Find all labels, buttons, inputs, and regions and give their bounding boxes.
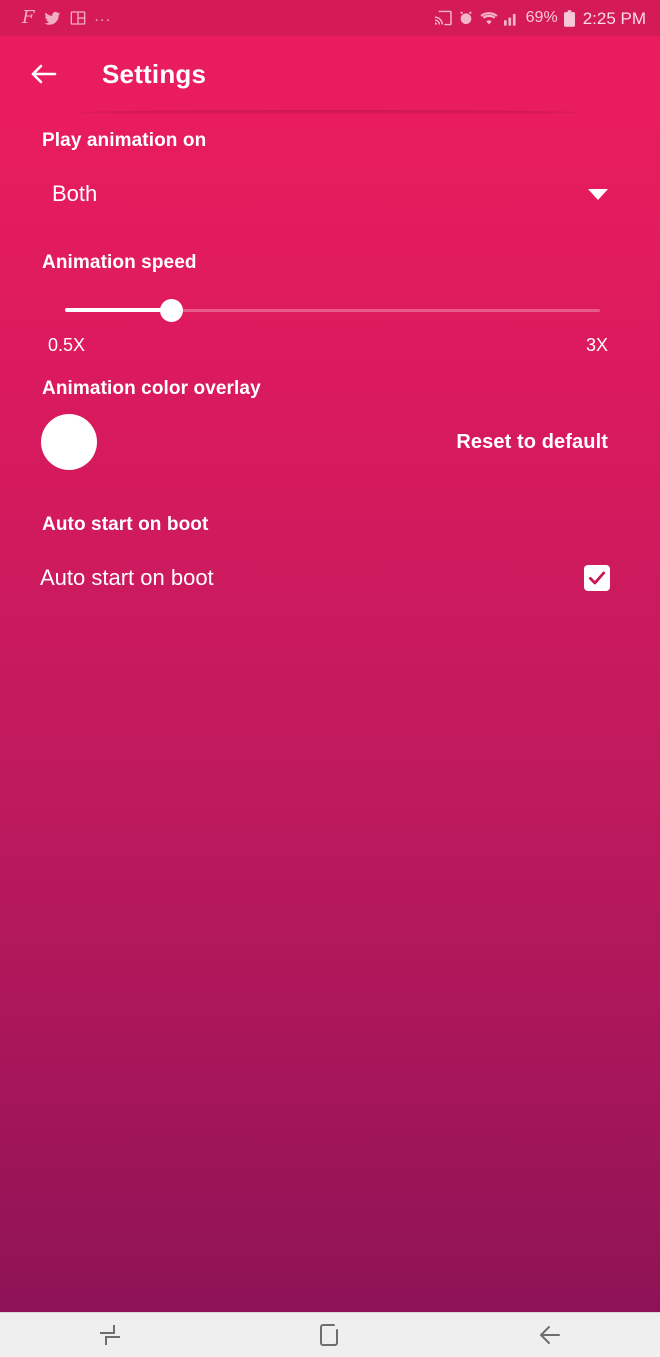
section-title-play-animation: Play animation on xyxy=(42,130,207,151)
section-title-animation-speed: Animation speed xyxy=(42,252,197,273)
alarm-clock-icon xyxy=(458,10,474,26)
signal-bars-icon xyxy=(503,11,520,26)
animation-speed-slider[interactable] xyxy=(0,288,660,332)
twitter-icon xyxy=(43,10,61,27)
settings-content: Play animation on Both Animation speed 0… xyxy=(0,130,660,606)
battery-percent-label: 69% xyxy=(525,9,558,26)
slider-max-label: 3X xyxy=(585,335,608,355)
status-bar-notifications: F ... xyxy=(22,9,112,28)
recents-icon[interactable] xyxy=(0,1313,220,1357)
play-animation-dropdown[interactable]: Both xyxy=(0,168,660,220)
reset-to-default-button[interactable]: Reset to default xyxy=(456,431,608,454)
play-animation-selected-value: Both xyxy=(52,181,98,206)
app-bar: Settings xyxy=(0,36,660,112)
auto-start-row[interactable]: Auto start on boot xyxy=(0,550,660,606)
arrow-left-icon[interactable] xyxy=(22,52,66,96)
status-bar: F ... 69% 2:25 PM xyxy=(0,0,660,36)
settings-screen: F ... 69% 2:25 PM Settings Play animatio… xyxy=(0,0,660,1357)
clock-label: 2:25 PM xyxy=(582,8,646,28)
slider-range-labels: 0.5X 3X xyxy=(0,335,660,356)
slider-fill xyxy=(65,308,172,312)
status-bar-system-icons: 69% 2:25 PM xyxy=(434,10,646,27)
slider-min-label: 0.5X xyxy=(48,335,86,355)
more-notifications-ellipsis: ... xyxy=(94,7,112,25)
cast-screen-icon xyxy=(434,10,452,26)
page-title: Settings xyxy=(102,58,207,89)
header-divider-shadow xyxy=(82,110,578,115)
app-layout-icon xyxy=(70,10,86,26)
auto-start-label: Auto start on boot xyxy=(40,565,214,590)
wifi-icon xyxy=(480,11,498,26)
auto-start-checkbox[interactable] xyxy=(584,565,610,591)
section-title-color-overlay: Animation color overlay xyxy=(42,378,261,399)
back-icon[interactable] xyxy=(440,1313,660,1357)
color-overlay-row: Reset to default xyxy=(0,400,660,484)
battery-icon xyxy=(563,9,575,27)
caret-down-icon[interactable] xyxy=(588,188,608,200)
home-icon[interactable] xyxy=(220,1313,440,1357)
slider-thumb[interactable] xyxy=(160,299,183,322)
system-navigation-bar xyxy=(0,1312,660,1357)
facebook-messenger-icon: F xyxy=(22,7,35,28)
color-swatch[interactable] xyxy=(41,414,97,470)
section-title-auto-start: Auto start on boot xyxy=(42,514,209,535)
